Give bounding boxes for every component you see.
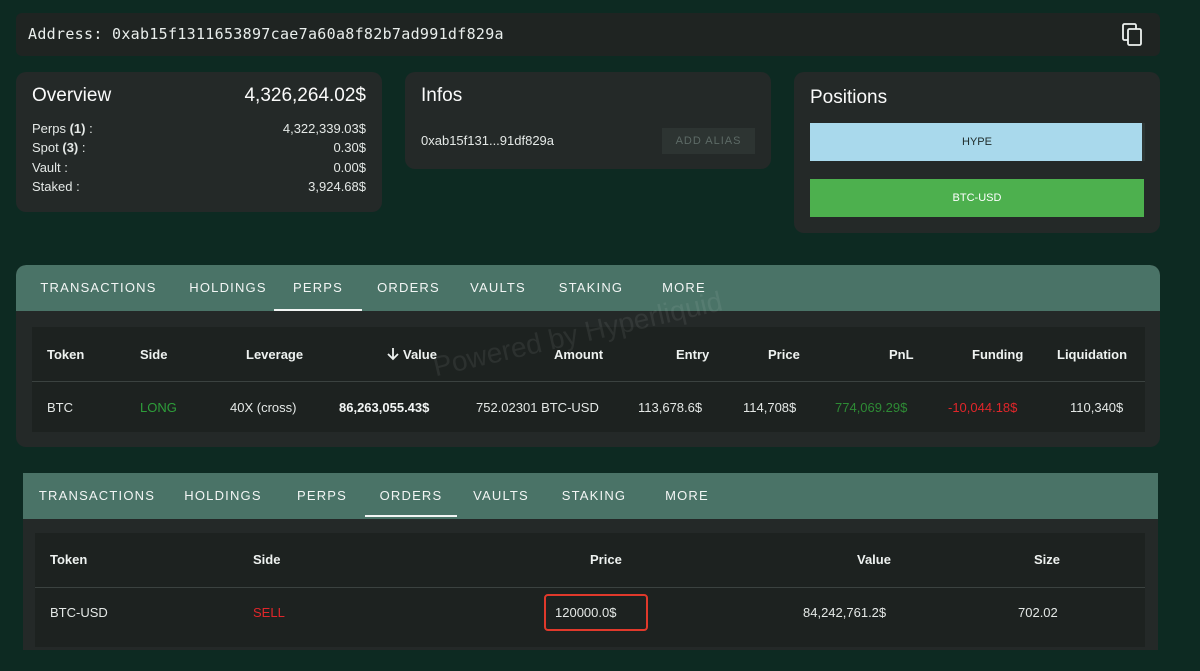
infos-card: Infos 0xab15f131...91df829a ADD ALIAS: [405, 72, 771, 169]
tab-perps[interactable]: PERPS: [281, 473, 363, 519]
column-header-amount[interactable]: Amount: [554, 347, 603, 362]
cell-side-long: LONG: [140, 400, 177, 415]
overview-label: Spot (3) :: [32, 140, 86, 155]
tab-staking[interactable]: STAKING: [547, 473, 641, 519]
address-bar: Address: 0xab15f1311653897cae7a60a8f82b7…: [16, 13, 1160, 56]
position-hype-button[interactable]: HYPE: [810, 123, 1144, 161]
column-header-leverage[interactable]: Leverage: [246, 347, 303, 362]
positions-card: Positions HYPE BTC-USD: [794, 72, 1160, 233]
tab-vaults[interactable]: VAULTS: [455, 265, 541, 311]
arrow-down-icon: [387, 348, 399, 361]
cell-value: 84,242,761.2$: [803, 605, 887, 620]
perps-table: Token Side Leverage Value Amount Entry P…: [32, 327, 1145, 432]
tab-perps[interactable]: PERPS: [274, 265, 362, 311]
header-divider: [32, 381, 1145, 382]
overview-title: Overview: [32, 85, 112, 106]
tab-staking[interactable]: STAKING: [541, 265, 641, 311]
cell-liquidation: 110,340$: [1070, 400, 1124, 415]
position-bar-edge: [1142, 123, 1145, 161]
overview-value: 4,322,339.03$: [282, 121, 366, 136]
column-header-value[interactable]: Value: [387, 347, 437, 362]
header-divider: [35, 587, 1145, 588]
cell-side-sell: SELL: [253, 605, 285, 620]
overview-total: 4,326,264.02$: [244, 85, 366, 106]
column-header-liquidation[interactable]: Liquidation: [1057, 347, 1127, 362]
overview-label: Staked :: [32, 179, 80, 194]
tab-vaults[interactable]: VAULTS: [459, 473, 543, 519]
overview-row-staked: Staked : 3,924.68$: [32, 179, 366, 198]
cell-pnl: 774,069.29$: [835, 400, 908, 415]
overview-row-vault: Vault : 0.00$: [32, 160, 366, 179]
cell-price: 114,708$: [743, 400, 797, 415]
active-tab-indicator: [274, 309, 362, 311]
column-header-price[interactable]: Price: [590, 552, 622, 567]
short-address: 0xab15f131...91df829a: [421, 133, 555, 148]
overview-row-perps: Perps (1) : 4,322,339.03$: [32, 121, 366, 140]
column-header-side[interactable]: Side: [140, 347, 167, 362]
cell-token: BTC: [47, 400, 73, 415]
active-tab-indicator: [365, 515, 457, 517]
infos-title: Infos: [421, 85, 463, 106]
perps-panel: TRANSACTIONS HOLDINGS PERPS ORDERS VAULT…: [16, 265, 1160, 447]
overview-label: Vault :: [32, 160, 68, 175]
tab-orders[interactable]: ORDERS: [362, 265, 455, 311]
tab-holdings[interactable]: HOLDINGS: [173, 473, 273, 519]
column-header-value[interactable]: Value: [857, 552, 891, 567]
column-header-token[interactable]: Token: [47, 347, 84, 362]
column-header-entry[interactable]: Entry: [676, 347, 709, 362]
tab-bar: TRANSACTIONS HOLDINGS PERPS ORDERS VAULT…: [23, 473, 1158, 519]
column-header-size[interactable]: Size: [1034, 552, 1060, 567]
tab-transactions[interactable]: TRANSACTIONS: [24, 265, 173, 311]
position-btc-usd-button[interactable]: BTC-USD: [810, 179, 1144, 217]
column-header-pnl[interactable]: PnL: [889, 347, 914, 362]
address-label: Address:: [28, 25, 103, 43]
column-header-side[interactable]: Side: [253, 552, 280, 567]
overview-row-spot: Spot (3) : 0.30$: [32, 140, 366, 159]
tab-bar: TRANSACTIONS HOLDINGS PERPS ORDERS VAULT…: [16, 265, 1160, 311]
tab-transactions[interactable]: TRANSACTIONS: [27, 473, 167, 519]
overview-value: 0.30$: [333, 140, 366, 155]
column-header-funding[interactable]: Funding: [972, 347, 1023, 362]
column-header-price[interactable]: Price: [768, 347, 800, 362]
cell-funding: -10,044.18$: [948, 400, 1018, 415]
overview-label: Perps (1) :: [32, 121, 93, 136]
tab-holdings[interactable]: HOLDINGS: [173, 265, 283, 311]
tab-more[interactable]: MORE: [646, 265, 722, 311]
add-alias-button[interactable]: ADD ALIAS: [662, 128, 755, 154]
copy-icon[interactable]: [1122, 23, 1144, 47]
cell-amount: 752.02301 BTC-USD: [476, 400, 599, 415]
cell-size: 702.02: [1018, 605, 1058, 620]
overview-value: 3,924.68$: [308, 179, 366, 194]
tab-orders[interactable]: ORDERS: [365, 473, 457, 519]
address-value: 0xab15f1311653897cae7a60a8f82b7ad991df82…: [112, 25, 504, 43]
tab-more[interactable]: MORE: [651, 473, 723, 519]
price-highlight-box: [544, 594, 648, 631]
overview-card: Overview 4,326,264.02$ Perps (1) : 4,322…: [16, 72, 382, 212]
positions-title: Positions: [810, 87, 888, 108]
overview-value: 0.00$: [333, 160, 366, 175]
cell-token: BTC-USD: [50, 605, 108, 620]
column-header-token[interactable]: Token: [50, 552, 87, 567]
address-text: Address: 0xab15f1311653897cae7a60a8f82b7…: [28, 25, 504, 43]
cell-leverage: 40X (cross): [230, 400, 297, 415]
cell-value: 86,263,055.43$: [339, 400, 430, 415]
cell-entry: 113,678.6$: [638, 400, 703, 415]
